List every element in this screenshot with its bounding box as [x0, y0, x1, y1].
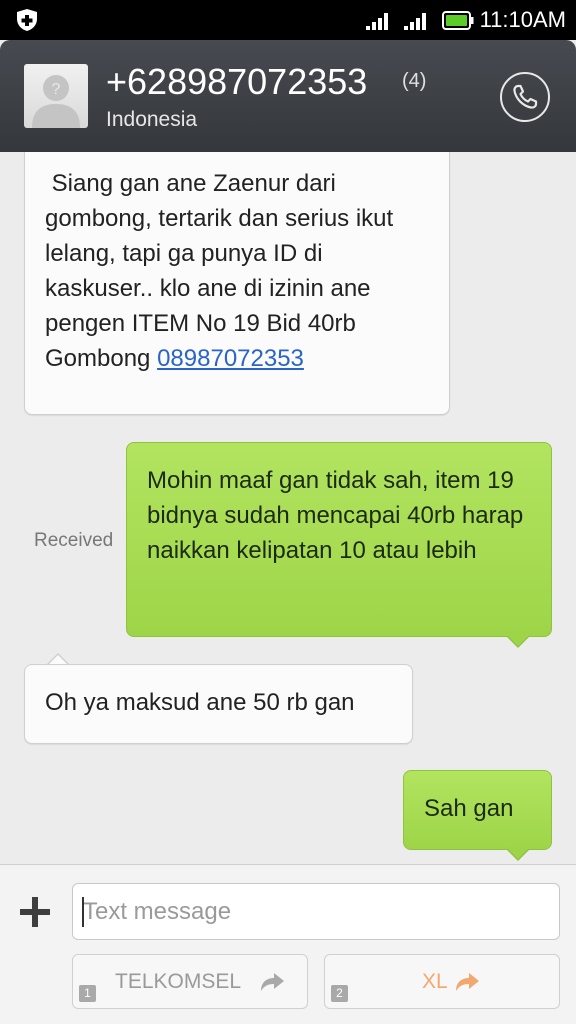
- send-sim1-button[interactable]: 1 TELKOMSEL: [72, 954, 308, 1009]
- phone-link[interactable]: 08987072353: [157, 345, 304, 372]
- message-text: Mohin maaf gan tidak sah, item 19 bidnya…: [147, 467, 524, 564]
- status-time: 11:10AM: [479, 7, 566, 32]
- incoming-message[interactable]: Siang gan ane Zaenur dari gombong, terta…: [24, 152, 450, 415]
- sim-label: XL: [422, 970, 448, 993]
- conversation-header: ? +628987072353 (4) Indonesia: [0, 40, 576, 152]
- sim-label: TELKOMSEL: [115, 970, 242, 993]
- message-text: Siang gan ane Zaenur dari gombong, terta…: [45, 170, 400, 372]
- send-arrow-icon: [456, 973, 479, 991]
- delivery-status: Received: [34, 530, 114, 551]
- send-arrow-icon: [261, 973, 284, 991]
- bubble-tail: [507, 849, 529, 861]
- plus-icon[interactable]: [18, 895, 52, 929]
- phone-icon: [513, 84, 538, 109]
- bubble-tail: [47, 653, 69, 665]
- message-text: Sah gan: [424, 795, 514, 822]
- outgoing-message[interactable]: Mohin maaf gan tidak sah, item 19 bidnya…: [126, 442, 552, 637]
- composer: 1 TELKOMSEL 2 XL: [0, 864, 576, 1024]
- sim-index-badge: 1: [79, 985, 96, 1002]
- message-input[interactable]: [72, 883, 560, 940]
- text-cursor: [82, 897, 84, 927]
- message-count: (4): [402, 70, 427, 92]
- contact-number: +628987072353: [106, 61, 368, 102]
- svg-text:?: ?: [52, 81, 61, 98]
- send-sim2-button[interactable]: 2 XL: [324, 954, 560, 1009]
- bubble-tail: [507, 636, 529, 648]
- battery-icon: [442, 11, 474, 30]
- unknown-contact-avatar-icon[interactable]: ?: [24, 64, 88, 128]
- shield-plus-icon: [17, 9, 37, 31]
- signal-icon: [366, 13, 388, 30]
- status-bar: 11:10AM: [0, 0, 576, 40]
- message-text: Oh ya maksud ane 50 rb gan: [45, 689, 355, 716]
- call-button[interactable]: [500, 72, 550, 122]
- signal-icon: [404, 13, 426, 30]
- incoming-message[interactable]: Oh ya maksud ane 50 rb gan: [24, 664, 413, 744]
- contact-region: Indonesia: [106, 108, 198, 131]
- outgoing-message[interactable]: Sah gan: [403, 770, 552, 850]
- sim-index-badge: 2: [331, 985, 348, 1002]
